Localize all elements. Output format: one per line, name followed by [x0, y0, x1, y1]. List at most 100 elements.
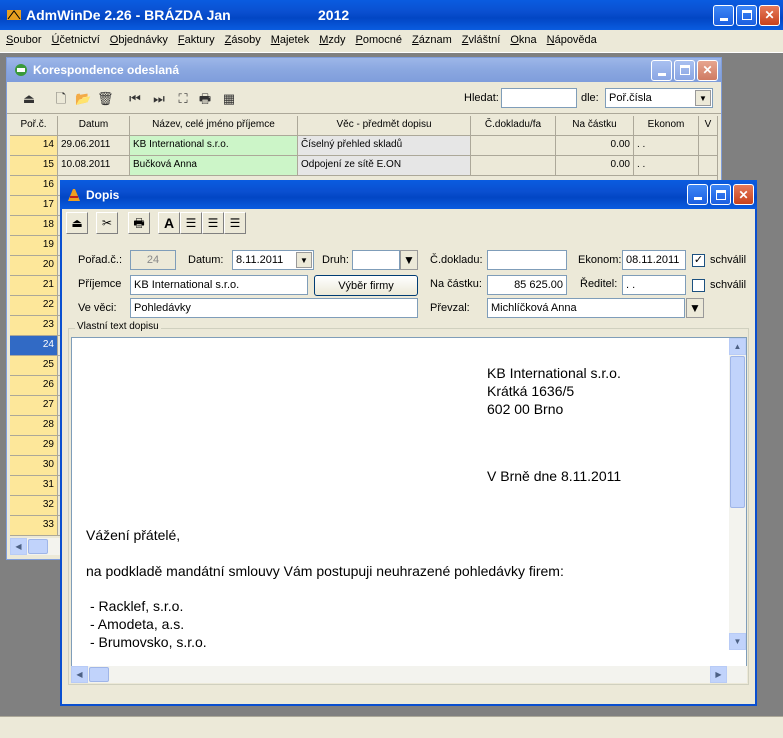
- export-excel-icon[interactable]: ▦: [221, 91, 237, 107]
- ekonom-schvalil-checkbox[interactable]: ✓: [692, 254, 705, 267]
- row-number[interactable]: 27: [10, 396, 58, 416]
- scroll-left-icon[interactable]: ◀: [10, 538, 27, 555]
- search-by-select[interactable]: Poř.čísla ▼: [605, 88, 713, 108]
- menu-faktury[interactable]: Faktury: [178, 34, 215, 46]
- prevzal-dropdown-icon[interactable]: ▼: [686, 298, 704, 318]
- row-number[interactable]: 33: [10, 516, 58, 536]
- col-header[interactable]: Název, celé jméno příjemce: [130, 116, 298, 136]
- prevzal-field[interactable]: Michlíčková Anna: [487, 298, 685, 318]
- table-row[interactable]: 14 29.06.2011 KB International s.r.o. Čí…: [10, 136, 718, 156]
- nacastku-field[interactable]: 85 625.00: [487, 275, 567, 295]
- row-amount[interactable]: 0.00: [556, 156, 634, 176]
- ekonom-field[interactable]: 08.11.2011: [622, 250, 686, 270]
- menu-majetek[interactable]: Majetek: [271, 34, 310, 46]
- exit-icon[interactable]: ⏏: [21, 91, 37, 107]
- dopis-close-button[interactable]: ✕: [733, 184, 754, 205]
- close-button[interactable]: ✕: [759, 4, 780, 26]
- align-left-icon[interactable]: ☰: [180, 212, 202, 234]
- ve-veci-field[interactable]: Pohledávky: [130, 298, 418, 318]
- row-number[interactable]: 29: [10, 436, 58, 456]
- row-number[interactable]: 22: [10, 296, 58, 316]
- dopis-maximize-button[interactable]: [710, 184, 731, 205]
- row-number[interactable]: 18: [10, 216, 58, 236]
- menu-ucetnictvi[interactable]: Účetnictví: [51, 34, 99, 46]
- col-header[interactable]: Věc - předmět dopisu: [298, 116, 471, 136]
- cdokladu-field[interactable]: [487, 250, 567, 270]
- row-doc[interactable]: [471, 136, 556, 156]
- scroll-left-icon[interactable]: ◀: [71, 666, 88, 683]
- open-folder-icon[interactable]: 📂: [75, 91, 91, 107]
- menu-okna[interactable]: Okna: [510, 34, 536, 46]
- letter-text-area[interactable]: KB International s.r.o. Krátká 1636/5 60…: [71, 337, 747, 668]
- korespondence-close-button[interactable]: ✕: [697, 59, 718, 81]
- menu-zaznam[interactable]: Záznam: [412, 34, 452, 46]
- row-date[interactable]: 10.08.2011: [58, 156, 130, 176]
- last-record-icon[interactable]: ⏭: [151, 91, 167, 107]
- row-amount[interactable]: 0.00: [556, 136, 634, 156]
- row-ekonom[interactable]: . .: [634, 136, 699, 156]
- dopis-minimize-button[interactable]: [687, 184, 708, 205]
- print-icon[interactable]: 🖶: [197, 91, 213, 107]
- scroll-thumb[interactable]: [28, 539, 48, 554]
- row-date[interactable]: 29.06.2011: [58, 136, 130, 156]
- row-number[interactable]: 21: [10, 276, 58, 296]
- menu-zvlastni[interactable]: Zvláštní: [462, 34, 501, 46]
- menu-zasoby[interactable]: Zásoby: [225, 34, 261, 46]
- reditel-schvalil-checkbox[interactable]: [692, 279, 705, 292]
- row-number[interactable]: 30: [10, 456, 58, 476]
- scroll-down-icon[interactable]: ▼: [729, 633, 746, 650]
- row-number[interactable]: 17: [10, 196, 58, 216]
- first-record-icon[interactable]: ⏮: [127, 91, 143, 107]
- letter-vscroll[interactable]: ▲ ▼: [729, 338, 746, 650]
- datum-field[interactable]: 8.11.2011 ▼: [232, 250, 314, 270]
- menu-mzdy[interactable]: Mzdy: [319, 34, 345, 46]
- prijemce-field[interactable]: KB International s.r.o.: [130, 275, 308, 295]
- new-document-icon[interactable]: 🗋: [53, 91, 69, 107]
- druh-field[interactable]: [352, 250, 400, 270]
- menu-pomocne[interactable]: Pomocné: [356, 34, 402, 46]
- search-input[interactable]: [501, 88, 577, 108]
- row-number[interactable]: 26: [10, 376, 58, 396]
- col-header[interactable]: Č.dokladu/fa: [471, 116, 556, 136]
- korespondence-hscroll[interactable]: ◀: [10, 538, 62, 555]
- row-number[interactable]: 32: [10, 496, 58, 516]
- print-icon[interactable]: 🖶: [128, 212, 150, 234]
- scroll-right-icon[interactable]: ▶: [710, 666, 727, 683]
- korespondence-minimize-button[interactable]: [651, 59, 672, 81]
- table-row[interactable]: 15 10.08.2011 Bučková Anna Odpojení ze s…: [10, 156, 718, 176]
- row-ekonom[interactable]: . .: [634, 156, 699, 176]
- row-number[interactable]: 16: [10, 176, 58, 196]
- row-number[interactable]: 20: [10, 256, 58, 276]
- tools-icon[interactable]: ✂: [96, 212, 118, 234]
- row-number[interactable]: 24: [10, 336, 58, 356]
- row-v[interactable]: [699, 136, 718, 156]
- col-header[interactable]: Datum: [58, 116, 130, 136]
- row-number[interactable]: 23: [10, 316, 58, 336]
- row-subject[interactable]: Odpojení ze sítě E.ON: [298, 156, 471, 176]
- row-number[interactable]: 15: [10, 156, 58, 176]
- align-center-icon[interactable]: ☰: [202, 212, 224, 234]
- minimize-button[interactable]: [713, 4, 734, 26]
- reditel-field[interactable]: . .: [622, 275, 686, 295]
- row-v[interactable]: [699, 156, 718, 176]
- align-right-icon[interactable]: ☰: [224, 212, 246, 234]
- row-doc[interactable]: [471, 156, 556, 176]
- vyber-firmy-button[interactable]: Výběr firmy: [314, 275, 418, 296]
- letter-hscroll[interactable]: ◀ ▶: [71, 666, 747, 683]
- row-number[interactable]: 28: [10, 416, 58, 436]
- col-header[interactable]: Poř.č.: [10, 116, 58, 136]
- row-number[interactable]: 19: [10, 236, 58, 256]
- menu-napoveda[interactable]: Nápověda: [547, 34, 597, 46]
- row-number[interactable]: 31: [10, 476, 58, 496]
- exit-icon[interactable]: ⏏: [66, 212, 88, 234]
- scroll-up-icon[interactable]: ▲: [729, 338, 746, 355]
- font-size-icon[interactable]: A: [158, 212, 180, 234]
- col-header[interactable]: V: [699, 116, 718, 136]
- maximize-button[interactable]: [736, 4, 757, 26]
- chevron-down-icon[interactable]: ▼: [695, 90, 711, 106]
- row-number[interactable]: 14: [10, 136, 58, 156]
- row-number[interactable]: 25: [10, 356, 58, 376]
- select-icon[interactable]: ⛶: [175, 91, 191, 107]
- chevron-down-icon[interactable]: ▼: [296, 252, 312, 268]
- delete-icon[interactable]: 🗑: [97, 91, 114, 107]
